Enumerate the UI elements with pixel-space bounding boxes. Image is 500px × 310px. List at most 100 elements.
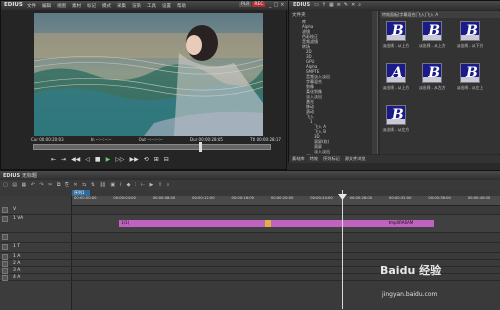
menu-item[interactable]: 文件 <box>27 3 36 9</box>
effect-item[interactable]: B 淡出线 - 从上方 <box>419 21 446 53</box>
previous-edit-icon[interactable]: ◀◀ <box>71 156 80 163</box>
effect-thumbnail: B <box>385 21 406 41</box>
rewind-icon[interactable]: ◁ <box>85 156 90 163</box>
track-toggle-icon[interactable] <box>2 244 8 250</box>
minimize-icon[interactable]: _ <box>269 2 272 8</box>
stop-icon[interactable]: ■ <box>95 156 101 163</box>
track-row[interactable] <box>72 206 500 215</box>
grid-view-icon[interactable]: ▦ <box>329 2 334 8</box>
new-icon[interactable]: ▢ <box>3 182 8 188</box>
track-row[interactable] <box>72 243 500 253</box>
tab-3[interactable]: 源文件浏览 <box>345 156 366 162</box>
player-scrubber[interactable] <box>33 144 271 150</box>
menu-item[interactable]: 素材 <box>72 3 81 9</box>
ripple-icon[interactable]: ⇆ <box>82 182 86 188</box>
play-icon[interactable]: ▶ <box>106 156 111 163</box>
fast-forward-icon[interactable]: ▷▷ <box>115 156 124 163</box>
menu-item[interactable]: 渲染 <box>132 3 141 9</box>
tab-1[interactable]: 特效 <box>310 156 318 162</box>
tree-item[interactable]: 1 <box>310 119 313 124</box>
copy-icon[interactable]: ⧉ <box>57 182 61 188</box>
effect-thumbnail: B <box>422 21 443 41</box>
menu-item[interactable]: 模式 <box>102 3 111 9</box>
playhead-line[interactable] <box>341 190 343 309</box>
menu-item[interactable]: 编辑 <box>42 3 51 9</box>
menu-item[interactable]: 设置 <box>162 3 171 9</box>
track-toggle-icon[interactable] <box>2 275 8 281</box>
up-icon[interactable]: ↑ <box>322 2 326 8</box>
mark-out-icon[interactable]: ⇥ <box>61 156 66 163</box>
link-icon[interactable]: ⛓ <box>100 182 106 188</box>
track-header[interactable]: 1 A <box>0 253 72 260</box>
insert-icon[interactable]: ⊞ <box>154 156 159 163</box>
track-header[interactable]: 4 A <box>0 274 72 281</box>
mark-in-icon[interactable]: ⇤ <box>51 156 56 163</box>
timeline-clip[interactable]: 1(1) <box>119 220 265 227</box>
menu-item[interactable]: 采集 <box>117 3 126 9</box>
timecode-readout: Cur 00:00:20:03 <box>31 137 64 142</box>
tab-0[interactable]: 素材库 <box>292 156 305 162</box>
timeline-clip[interactable] <box>271 220 387 227</box>
effect-label: 淡出线 - 从上方 <box>382 43 410 48</box>
split-icon[interactable]: ⫶ <box>135 182 136 188</box>
zoom-icon[interactable]: ⌕ <box>167 182 170 188</box>
maximize-icon[interactable]: □ <box>274 2 279 8</box>
group-icon[interactable]: ▣ <box>110 182 115 188</box>
export-icon[interactable]: ⇪ <box>158 182 162 188</box>
open-icon[interactable]: ▤ <box>12 182 17 188</box>
effect-item[interactable]: B 淡出线 - 从左方 <box>383 105 409 137</box>
delete-icon[interactable]: ✕ <box>73 182 77 188</box>
timeline-clip[interactable]: tmp0RA6AM <box>386 220 434 227</box>
rec-button[interactable]: REC <box>252 2 266 7</box>
ruler-tick: 00:00:28:00 <box>349 196 373 200</box>
list-view-icon[interactable]: ≡ <box>337 2 341 8</box>
effect-item[interactable]: A 淡出线 - 从上方 <box>383 63 409 95</box>
loop-icon[interactable]: ⟲ <box>144 156 149 163</box>
app-name: EDIUS <box>4 2 23 8</box>
folder-icon[interactable]: ▭ <box>314 2 319 8</box>
track-toggle-icon[interactable] <box>2 234 8 240</box>
sync-icon[interactable]: ⇅ <box>91 182 95 188</box>
track-header[interactable]: 2 A <box>0 260 72 267</box>
track-header[interactable]: 3 A <box>0 267 72 274</box>
render-icon[interactable]: ▶ <box>150 182 154 188</box>
search-icon[interactable]: ⌕ <box>358 2 361 8</box>
track-toggle-icon[interactable] <box>2 207 8 213</box>
delete-icon[interactable]: ✕ <box>351 2 355 8</box>
playhead-marker-icon[interactable] <box>337 194 347 200</box>
close-icon[interactable]: × <box>280 2 284 8</box>
paste-icon[interactable]: ⎘ <box>65 182 69 188</box>
effect-item[interactable]: B 淡出线 - 从左方 <box>419 63 446 95</box>
track-row[interactable] <box>72 253 500 260</box>
time-ruler[interactable]: 00:00:00:00 00:00:04:00 00:00:08:00 00:00:1… <box>72 196 500 206</box>
marker-icon[interactable]: ◆ <box>127 182 131 188</box>
plr-button[interactable]: PLR <box>239 2 252 7</box>
snap-icon[interactable]: ⌇ <box>120 182 122 188</box>
track-header[interactable]: V <box>0 206 72 215</box>
track-header[interactable]: 1 VA <box>0 215 72 233</box>
undo-icon[interactable]: ↶ <box>31 182 35 188</box>
track-header[interactable] <box>0 233 72 243</box>
tab-2[interactable]: 序列标记 <box>323 156 340 162</box>
effect-item[interactable]: B 淡出线 - 从下方 <box>457 21 483 53</box>
menu-item[interactable]: 标记 <box>87 3 96 9</box>
tree-scrollbar[interactable] <box>372 11 377 154</box>
track-row[interactable] <box>72 233 500 243</box>
ruler-tick: 00:00:20:00 <box>270 196 294 200</box>
redo-icon[interactable]: ↷ <box>39 182 43 188</box>
effect-item[interactable]: B 淡出线 - 从上方 <box>382 21 410 53</box>
track-header[interactable]: 1 T <box>0 243 72 253</box>
menu-item[interactable]: 工具 <box>147 3 156 9</box>
effect-item[interactable]: B 淡出线 - 从左上 <box>457 63 483 95</box>
scrubber-handle[interactable] <box>199 142 202 152</box>
next-edit-icon[interactable]: ▶▶ <box>129 156 138 163</box>
properties-icon[interactable]: ✎ <box>344 2 348 8</box>
track-toggle-icon[interactable] <box>2 216 8 222</box>
menu-item[interactable]: 帮助 <box>177 3 186 9</box>
menu-item[interactable]: 视图 <box>57 3 66 9</box>
cut-icon[interactable]: ✂ <box>48 182 52 188</box>
overwrite-icon[interactable]: ⊟ <box>164 156 169 163</box>
save-icon[interactable]: ▦ <box>21 182 26 188</box>
trim-icon[interactable]: ⊢ <box>141 182 145 188</box>
plr-rec-toggle[interactable]: PLR REC <box>239 2 266 7</box>
